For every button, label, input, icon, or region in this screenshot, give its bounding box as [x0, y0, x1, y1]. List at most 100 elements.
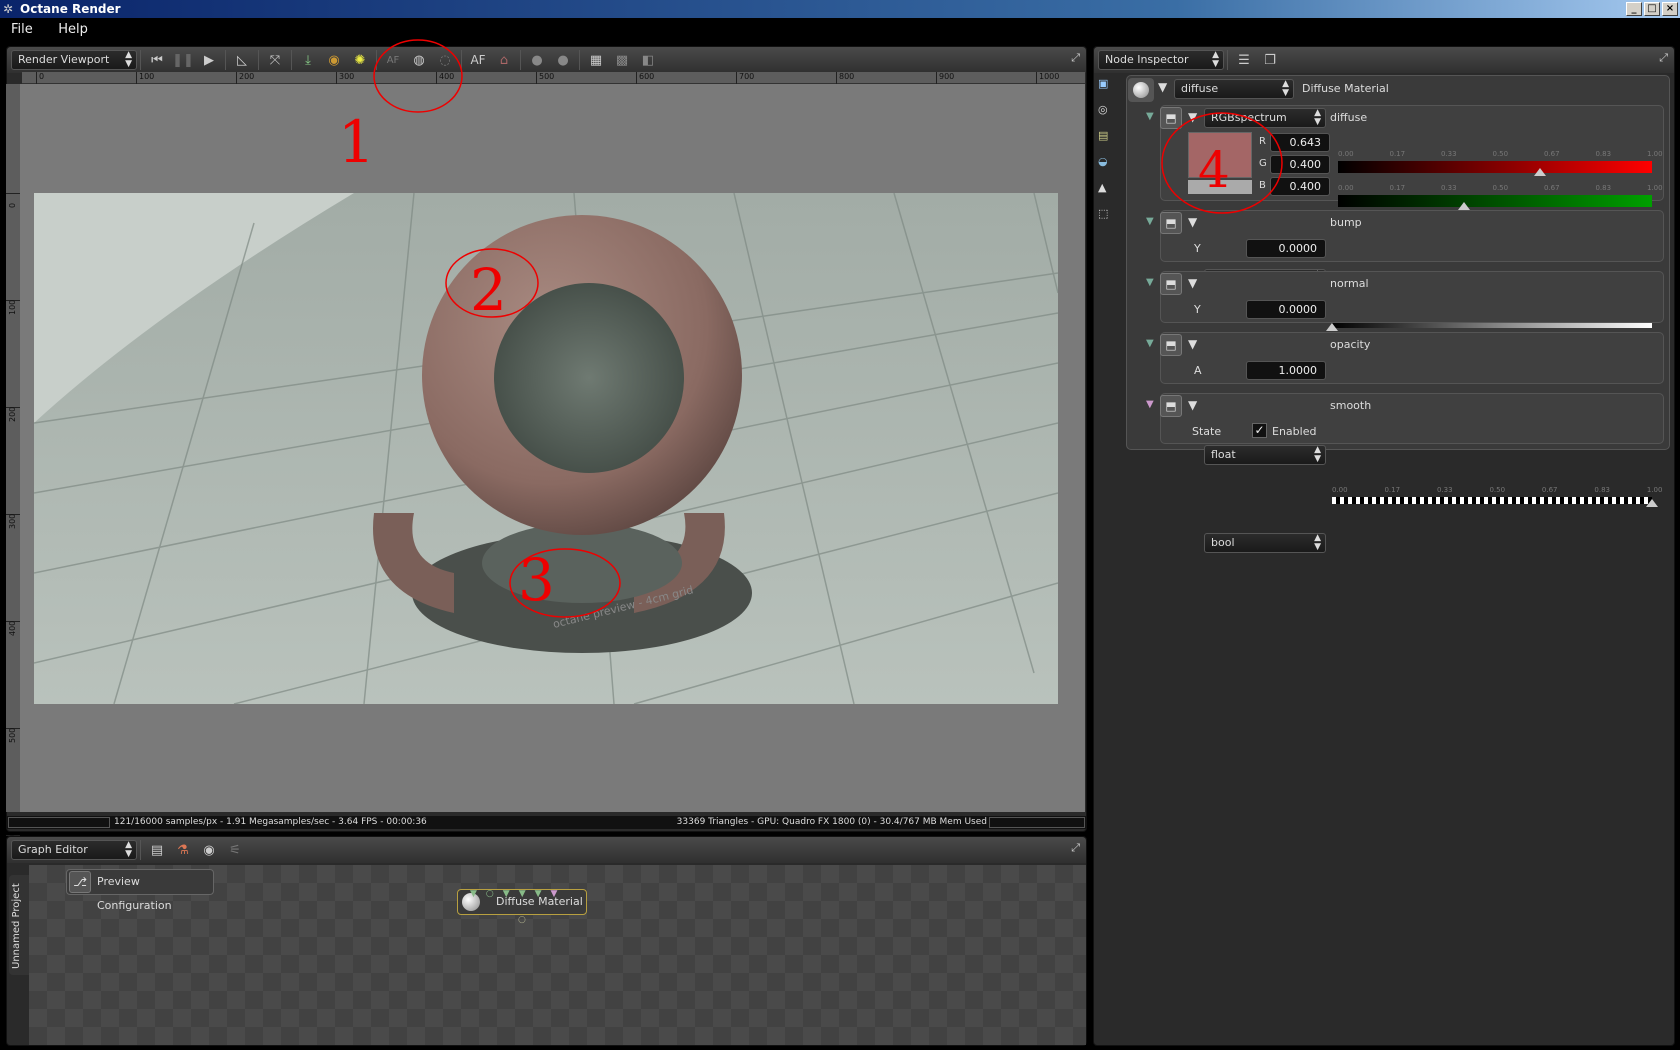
close-button[interactable]: ×	[1662, 2, 1678, 16]
maximize-panel-icon[interactable]: ⤢	[1071, 841, 1080, 855]
menu-help[interactable]: Help	[47, 18, 99, 42]
opacity-slider[interactable]: 0.00 0.17 0.33 0.50 0.67 0.83 1.00	[1332, 486, 1662, 507]
bool-icon[interactable]: ⬒	[1160, 395, 1182, 417]
white-point-picker-icon[interactable]: ◌	[432, 49, 458, 71]
slider-tick-label: 0.17	[1389, 184, 1406, 192]
rgb-spectrum-icon[interactable]: ⬒	[1160, 107, 1182, 129]
node-type-selector[interactable]: bool ▲ ▼	[1204, 533, 1326, 553]
diffuse-material-node[interactable]: Diffuse Material ▼○▼▼▼▼ ○	[457, 889, 587, 925]
maximize-panel-icon[interactable]: ⤢	[1659, 51, 1668, 65]
focus-picker-icon[interactable]: ◍	[406, 49, 432, 71]
play-icon[interactable]: ▶	[196, 49, 222, 71]
minimize-button[interactable]: _	[1626, 2, 1642, 16]
load-scene-icon[interactable]: ▤	[144, 839, 170, 861]
collapse-triangle-icon[interactable]: ▼	[1188, 276, 1197, 290]
film-icon[interactable]: ▤	[1098, 129, 1118, 155]
slider-tick-label: 0.83	[1594, 486, 1610, 494]
slider-thumb[interactable]	[1646, 499, 1658, 507]
slider-thumb[interactable]	[1326, 323, 1338, 331]
autofocus-icon[interactable]: AF	[465, 49, 491, 71]
background-alpha-icon[interactable]: ◧	[635, 49, 661, 71]
slider-tick-label: 1.00	[1646, 486, 1663, 494]
pin-indicator-icon: ▼	[1146, 399, 1154, 410]
bump-input[interactable]: 0.0000	[1246, 239, 1326, 258]
environment-icon[interactable]: ◒	[1098, 155, 1118, 181]
output-pin[interactable]: ○	[518, 908, 526, 932]
render-image[interactable]: octane preview - 4cm grid	[34, 193, 1058, 704]
node-type-selector[interactable]: float ▲▼	[1204, 445, 1326, 465]
collapse-triangle-icon[interactable]: ▼	[1188, 110, 1197, 124]
autofocus-disabled-icon[interactable]: AF	[380, 49, 406, 71]
material-preview-button[interactable]	[1128, 78, 1154, 102]
maximize-button[interactable]: □	[1644, 2, 1660, 16]
color-swatch-preview	[1188, 180, 1252, 194]
region-render-icon[interactable]: ●	[550, 49, 576, 71]
ruler-label: 300	[336, 72, 354, 84]
pin-indicator-icon: ▼	[1146, 277, 1154, 288]
pin-box	[1160, 271, 1664, 323]
clear-icon[interactable]: ⚟	[222, 839, 248, 861]
fit-view-icon[interactable]: ⤧	[262, 49, 288, 71]
background-checker-icon[interactable]: ▩	[609, 49, 635, 71]
float-icon[interactable]: ⬒	[1160, 273, 1182, 295]
inspector-toolbar: Node Inspector ▲ ▼ ☰ ❐ ⤢	[1094, 47, 1674, 73]
channel-g-slider[interactable]: 0.00 0.17 0.33 0.50 0.67 0.83 1.00	[1338, 184, 1663, 210]
slider-tick-label: 0.83	[1595, 150, 1612, 158]
opacity-input[interactable]: 1.0000	[1246, 361, 1326, 380]
channel-b-input[interactable]: 0.400	[1270, 177, 1330, 196]
material-icon[interactable]: ⚗	[170, 839, 196, 861]
node-type-selector[interactable]: RGBspectrum ▲ ▼	[1204, 108, 1326, 128]
graph-editor-selector[interactable]: Graph Editor ▲ ▼	[11, 840, 137, 860]
collapse-triangle-icon[interactable]: ▼	[1188, 337, 1197, 351]
save-image-icon[interactable]: ⤓	[295, 49, 321, 71]
channel-g-input[interactable]: 0.400	[1270, 155, 1330, 174]
camera-icon[interactable]: ◎	[1098, 103, 1118, 129]
normal-input[interactable]: 0.0000	[1246, 300, 1326, 319]
collapse-triangle-icon[interactable]: ▼	[1188, 398, 1197, 412]
float-icon[interactable]: ⬒	[1160, 334, 1182, 356]
maximize-panel-icon[interactable]: ⤢	[1071, 51, 1080, 65]
kernel-icon[interactable]: ⬚	[1098, 207, 1118, 233]
channel-r-slider[interactable]: 0.00 0.17 0.33 0.50 0.67 0.83 1.00	[1338, 150, 1663, 176]
menu-file[interactable]: File	[0, 18, 44, 42]
preview-configuration-node[interactable]: ⎇ Preview Configuration	[66, 869, 214, 912]
divider	[291, 50, 292, 70]
collapse-all-icon[interactable]: ☰	[1231, 49, 1257, 71]
stereo-icon[interactable]: ⌂	[491, 49, 517, 71]
ruler-label: 0	[36, 72, 44, 84]
slider-thumb[interactable]	[1533, 168, 1546, 176]
background-solid-icon[interactable]: ▦	[583, 49, 609, 71]
collapse-triangle-icon[interactable]: ▼	[1188, 215, 1197, 229]
pick-material-icon[interactable]: ◉	[321, 49, 347, 71]
pick-light-icon[interactable]: ✺	[347, 49, 373, 71]
updown-icon: ▲▼	[1212, 50, 1219, 69]
node-icon[interactable]: ◉	[196, 839, 222, 861]
viewport-selector[interactable]: Render Viewport ▲ ▼	[11, 50, 137, 70]
project-tab[interactable]: Unnamed Project	[9, 875, 29, 975]
updown-icon: ▲▼	[125, 50, 132, 69]
rewind-icon[interactable]: ⏮	[144, 49, 170, 71]
histogram-icon[interactable]: ▲	[1098, 181, 1118, 207]
ruler-label: 1000	[1036, 72, 1059, 84]
input-pins[interactable]: ▼○▼▼▼▼	[470, 882, 566, 906]
lock-viewport-icon[interactable]: ●	[524, 49, 550, 71]
ruler-label-text: 100	[8, 299, 17, 315]
ruler-label: 800	[836, 72, 854, 84]
collapse-triangle-icon[interactable]: ▼	[1158, 80, 1167, 94]
color-swatch[interactable]	[1188, 132, 1252, 178]
state-label: State	[1192, 425, 1222, 438]
smooth-checkbox[interactable]: ✓	[1252, 423, 1267, 438]
inspector-selector[interactable]: Node Inspector ▲ ▼	[1098, 50, 1224, 70]
set-square-icon[interactable]: ◺	[229, 49, 255, 71]
pause-icon[interactable]: ❚❚	[170, 49, 196, 71]
float-icon[interactable]: ⬒	[1160, 212, 1182, 234]
project-tab-label: Unnamed Project	[11, 883, 22, 969]
image-icon[interactable]: ▣	[1098, 77, 1118, 103]
menu-bar: File Help	[0, 18, 1680, 42]
expand-all-icon[interactable]: ❐	[1257, 49, 1283, 71]
slider-tick-label: 0.50	[1489, 486, 1506, 494]
ruler-label: 500	[6, 728, 20, 743]
material-type-selector[interactable]: diffuse ▲ ▼	[1174, 79, 1294, 99]
channel-r-input[interactable]: 0.643	[1270, 133, 1330, 152]
slider-thumb[interactable]	[1457, 202, 1470, 210]
